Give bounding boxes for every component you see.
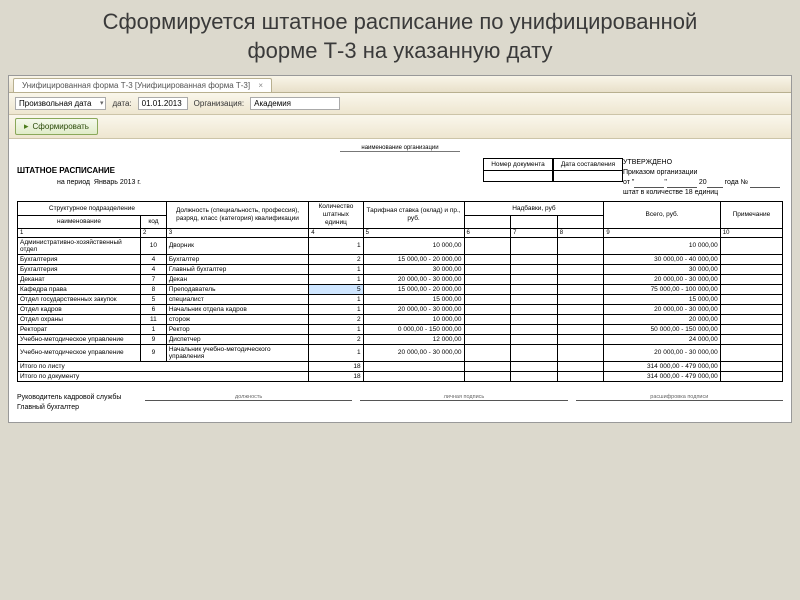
mode-value: Произвольная дата bbox=[19, 99, 91, 108]
period: на период Январь 2013 г. bbox=[57, 179, 483, 186]
table-head: Структурное подразделение Должность (спе… bbox=[18, 202, 783, 237]
doc-header: ШТАТНОЕ РАСПИСАНИЕ на период Январь 2013… bbox=[17, 158, 783, 197]
th-rate: Тарифная ставка (оклад) и пр., руб. bbox=[363, 202, 464, 228]
table-body: Административно-хозяйственный отдел10Дво… bbox=[18, 237, 783, 361]
th-total: Всего, руб. bbox=[604, 202, 720, 228]
table-totals: Итого по листу18314 000,00 - 479 000,00 … bbox=[18, 361, 783, 381]
schedule-table: Структурное подразделение Должность (спе… bbox=[17, 201, 783, 381]
sig-sign-line: личная подпись bbox=[360, 388, 567, 401]
tab-document[interactable]: Унифицированная форма Т-3 [Унифицированн… bbox=[13, 78, 272, 92]
sig-acc-label: Главный бухгалтер bbox=[17, 404, 137, 411]
total-doc-label: Итого по документу bbox=[18, 371, 309, 381]
tab-label: Унифицированная форма Т-3 [Унифицированн… bbox=[22, 81, 250, 90]
table-row[interactable]: Бухгалтерия4Бухгалтер215 000,00 - 20 000… bbox=[18, 254, 783, 264]
table-row[interactable]: Отдел государственных закупок5специалист… bbox=[18, 294, 783, 304]
th-dept-name: наименование bbox=[18, 215, 141, 228]
form-button-label: Сформировать bbox=[33, 122, 89, 131]
th-allow2 bbox=[511, 215, 558, 228]
date-label: дата: bbox=[112, 99, 131, 108]
slide-title: Сформируется штатное расписание по унифи… bbox=[0, 0, 800, 73]
signature-block: Руководитель кадровой службы должность л… bbox=[17, 388, 783, 411]
document-area: наименование организации ШТАТНОЕ РАСПИСА… bbox=[9, 139, 791, 422]
total-sheet-label: Итого по листу bbox=[18, 361, 309, 371]
table-row[interactable]: Кафедра права8Преподаватель515 000,00 - … bbox=[18, 284, 783, 294]
approved-line2: от "" 20 года № bbox=[623, 178, 783, 188]
th-position: Должность (специальность, профессия), ра… bbox=[166, 202, 308, 228]
mode-select[interactable]: Произвольная дата bbox=[15, 97, 106, 110]
app-window: Унифицированная форма Т-3 [Унифицированн… bbox=[8, 75, 792, 423]
table-row[interactable]: Отдел кадров6Начальник отдела кадров120 … bbox=[18, 304, 783, 314]
th-allowance: Надбавки, руб bbox=[464, 202, 604, 215]
doc-number-block: Номер документа Дата составления bbox=[483, 158, 623, 182]
table-row[interactable]: Отдел охраны11сторож210 000,0020 000,00 bbox=[18, 314, 783, 324]
org-name-caption: наименование организации bbox=[340, 145, 460, 152]
th-dept: Структурное подразделение bbox=[18, 202, 167, 215]
approved-block: УТВЕРЖДЕНО Приказом организации от "" 20… bbox=[623, 158, 783, 197]
total-doc-units: 18 bbox=[309, 371, 363, 381]
table-row[interactable]: Учебно-методическое управление9Начальник… bbox=[18, 344, 783, 361]
approved-staff: штат в количестве 18 единиц bbox=[623, 188, 783, 198]
table-row[interactable]: Административно-хозяйственный отдел10Дво… bbox=[18, 237, 783, 254]
th-allow1 bbox=[464, 215, 511, 228]
date-value: 01.01.2013 bbox=[142, 99, 182, 108]
table-row[interactable]: Ректорат1Ректор10 000,00 - 150 000,0050 … bbox=[18, 324, 783, 334]
date-input[interactable]: 01.01.2013 bbox=[138, 97, 188, 110]
doc-title: ШТАТНОЕ РАСПИСАНИЕ bbox=[17, 166, 483, 175]
column-numbers: 12345678910 bbox=[18, 228, 783, 237]
total-sheet-sum: 314 000,00 - 479 000,00 bbox=[604, 361, 720, 371]
period-prefix: на период bbox=[57, 179, 90, 186]
table-row[interactable]: Учебно-методическое управление9Диспетчер… bbox=[18, 334, 783, 344]
sig-hr-label: Руководитель кадровой службы bbox=[17, 394, 137, 401]
th-allow3 bbox=[557, 215, 604, 228]
org-value: Академия bbox=[254, 99, 291, 108]
button-row: ▸ Сформировать bbox=[9, 115, 791, 139]
doc-date-header: Дата составления bbox=[553, 158, 623, 170]
sig-name-line: расшифровка подписи bbox=[576, 388, 783, 401]
total-doc-sum: 314 000,00 - 479 000,00 bbox=[604, 371, 720, 381]
doc-no-header: Номер документа bbox=[483, 158, 553, 170]
org-label: Организация: bbox=[194, 99, 244, 108]
org-input[interactable]: Академия bbox=[250, 97, 340, 110]
toolbar: Произвольная дата дата: 01.01.2013 Орган… bbox=[9, 93, 791, 115]
tab-bar: Унифицированная форма Т-3 [Унифицированн… bbox=[9, 76, 791, 93]
table-row[interactable]: Деканат7Декан120 000,00 - 30 000,0020 00… bbox=[18, 274, 783, 284]
play-icon: ▸ bbox=[24, 121, 29, 132]
period-value: Январь 2013 г. bbox=[94, 179, 141, 186]
th-units: Количество штатных единиц bbox=[309, 202, 363, 228]
slide-title-line2: форме Т-3 на указанную дату bbox=[12, 37, 788, 66]
table-row[interactable]: Бухгалтерия4Главный бухгалтер130 000,003… bbox=[18, 264, 783, 274]
th-note: Примечание bbox=[720, 202, 782, 228]
total-sheet-units: 18 bbox=[309, 361, 363, 371]
close-icon[interactable]: × bbox=[258, 81, 263, 90]
doc-date-value bbox=[553, 170, 623, 182]
approved-line1: Приказом организации bbox=[623, 168, 783, 178]
doc-no-value bbox=[483, 170, 553, 182]
sig-pos-line: должность bbox=[145, 388, 352, 401]
slide-title-line1: Сформируется штатное расписание по унифи… bbox=[12, 8, 788, 37]
form-button[interactable]: ▸ Сформировать bbox=[15, 118, 98, 135]
th-dept-code: код bbox=[140, 215, 166, 228]
approved-title: УТВЕРЖДЕНО bbox=[623, 158, 783, 168]
